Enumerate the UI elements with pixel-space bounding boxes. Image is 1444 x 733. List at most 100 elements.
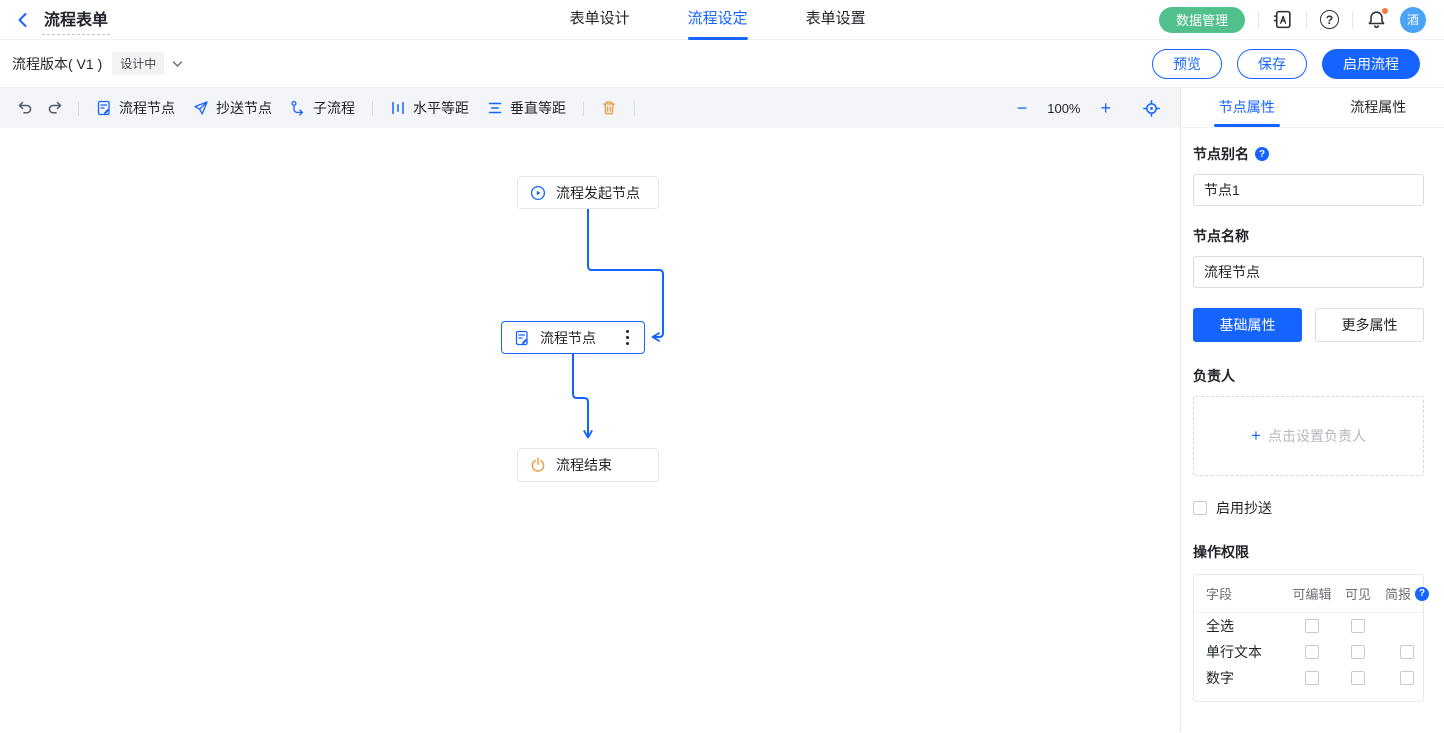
permissions-table-header: 字段 可编辑 可见 简报 ? [1194, 575, 1423, 613]
table-row: 数字 [1194, 665, 1423, 691]
node-name-label: 节点名称 [1193, 226, 1424, 246]
add-subflow-button[interactable]: 子流程 [281, 98, 364, 118]
zoom-out-button[interactable]: − [1011, 99, 1034, 117]
address-book-button[interactable] [1272, 9, 1293, 30]
node-name-input[interactable] [1193, 256, 1424, 288]
text-brief-checkbox[interactable] [1400, 645, 1414, 659]
column-editable: 可编辑 [1292, 584, 1331, 603]
tab-form-setting[interactable]: 表单设置 [806, 0, 866, 40]
enable-flow-button[interactable]: 启用流程 [1322, 49, 1420, 79]
text-visible-checkbox[interactable] [1351, 645, 1365, 659]
add-cc-node-button[interactable]: 抄送节点 [184, 98, 281, 118]
divider [634, 101, 635, 116]
help-icon: ? [1320, 10, 1339, 29]
number-brief-checkbox[interactable] [1400, 671, 1414, 685]
preview-button[interactable]: 预览 [1152, 49, 1222, 79]
flow-node-icon [96, 100, 112, 116]
panel-body: 节点别名 ? 节点名称 基础属性 更多属性 负责人 + 点击设置负责人 [1181, 128, 1444, 718]
horizontal-distribute-button[interactable]: 水平等距 [381, 98, 478, 118]
redo-icon [47, 100, 63, 116]
tab-form-design[interactable]: 表单设计 [570, 0, 630, 40]
enable-cc-toggle[interactable]: 启用抄送 [1193, 498, 1424, 518]
version-dropdown-toggle[interactable] [172, 60, 183, 68]
tool-label: 水平等距 [413, 98, 469, 118]
help-button[interactable]: ? [1320, 10, 1339, 29]
node-alias-input[interactable] [1193, 174, 1424, 206]
number-editable-checkbox[interactable] [1305, 671, 1319, 685]
trash-icon [601, 100, 617, 116]
attribute-toggle: 基础属性 更多属性 [1193, 308, 1424, 342]
text-editable-checkbox[interactable] [1305, 645, 1319, 659]
node-flow-end[interactable]: 流程结束 [517, 448, 659, 482]
owner-placeholder: 点击设置负责人 [1268, 426, 1366, 446]
zoom-controls: − 100% + [1011, 99, 1160, 117]
notification-badge [1381, 7, 1389, 15]
divider [1258, 12, 1259, 28]
set-owner-button[interactable]: + 点击设置负责人 [1193, 396, 1424, 476]
data-manage-button[interactable]: 数据管理 [1159, 7, 1245, 33]
select-all-visible-checkbox[interactable] [1351, 619, 1365, 633]
redo-button[interactable] [40, 100, 70, 116]
top-header: 流程表单 表单设计 流程设定 表单设置 数据管理 ? 酒 [0, 0, 1444, 40]
more-attributes-button[interactable]: 更多属性 [1315, 308, 1424, 342]
zoom-in-button[interactable]: + [1094, 99, 1117, 117]
zoom-level: 100% [1047, 101, 1080, 116]
tool-label: 子流程 [313, 98, 355, 118]
flow-node-icon [514, 330, 530, 346]
node-label: 流程节点 [540, 328, 596, 348]
fit-view-button[interactable] [1143, 100, 1160, 117]
power-icon [530, 457, 546, 473]
user-avatar[interactable]: 酒 [1400, 7, 1426, 33]
table-row: 全选 [1194, 613, 1423, 639]
chevron-down-icon [172, 60, 183, 68]
tool-label: 垂直等距 [510, 98, 566, 118]
permissions-table: 字段 可编辑 可见 简报 ? 全选 单行文本 [1193, 574, 1424, 702]
divider [372, 101, 373, 116]
status-badge: 设计中 [112, 52, 164, 75]
connector-start-to-task [588, 209, 663, 337]
basic-attributes-button[interactable]: 基础属性 [1193, 308, 1302, 342]
work-area: 流程节点 抄送节点 [0, 88, 1180, 732]
divider [583, 101, 584, 116]
table-row: 单行文本 [1194, 639, 1423, 665]
tab-node-properties[interactable]: 节点属性 [1181, 88, 1313, 127]
node-flow-start[interactable]: 流程发起节点 [517, 176, 659, 209]
row-field-name: 数字 [1206, 668, 1286, 688]
node-alias-label: 节点别名 ? [1193, 144, 1424, 164]
enable-cc-checkbox[interactable] [1193, 501, 1207, 515]
tool-label: 流程节点 [119, 98, 175, 118]
connector-task-to-end [573, 354, 588, 437]
tool-label: 抄送节点 [216, 98, 272, 118]
node-menu-button[interactable] [623, 327, 632, 348]
column-field: 字段 [1206, 584, 1232, 603]
undo-icon [17, 100, 33, 116]
select-all-editable-checkbox[interactable] [1305, 619, 1319, 633]
divider [78, 101, 79, 116]
column-visible: 可见 [1345, 584, 1371, 603]
undo-button[interactable] [10, 100, 40, 116]
permissions-label: 操作权限 [1193, 542, 1424, 562]
alias-help-icon[interactable]: ? [1255, 147, 1269, 161]
delete-button[interactable] [592, 100, 626, 116]
crosshair-icon [1143, 100, 1160, 117]
version-bar: 流程版本( V1 ) 设计中 预览 保存 启用流程 [0, 40, 1444, 88]
tab-flow-setting[interactable]: 流程设定 [688, 0, 748, 40]
node-flow-task[interactable]: 流程节点 [501, 321, 645, 354]
back-button[interactable] [14, 11, 32, 29]
play-circle-icon [530, 185, 546, 201]
properties-panel: 节点属性 流程属性 节点别名 ? 节点名称 基础属性 更多属性 负责人 [1180, 88, 1444, 732]
page-title[interactable]: 流程表单 [42, 4, 110, 35]
node-label: 流程结束 [556, 455, 612, 475]
number-visible-checkbox[interactable] [1351, 671, 1365, 685]
owner-label: 负责人 [1193, 366, 1424, 386]
add-flow-node-button[interactable]: 流程节点 [87, 98, 184, 118]
flow-canvas[interactable]: 流程发起节点 流程节点 流程结束 [0, 128, 1180, 732]
notifications-button[interactable] [1366, 9, 1387, 30]
paper-plane-icon [193, 100, 209, 116]
vertical-distribute-button[interactable]: 垂直等距 [478, 98, 575, 118]
row-field-name: 单行文本 [1206, 642, 1286, 662]
horizontal-distribute-icon [390, 100, 406, 116]
tab-flow-properties[interactable]: 流程属性 [1313, 88, 1444, 127]
brief-help-icon[interactable]: ? [1415, 587, 1429, 601]
save-button[interactable]: 保存 [1237, 49, 1307, 79]
